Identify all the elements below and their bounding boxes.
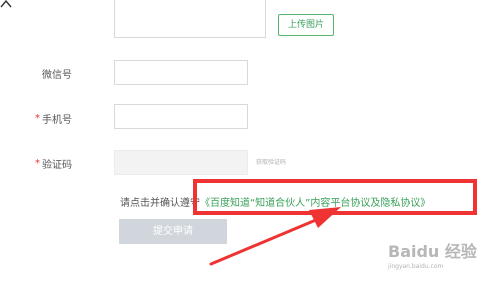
upload-image-button[interactable]: 上传图片 xyxy=(278,14,334,36)
wechat-input[interactable] xyxy=(114,60,248,85)
back-chevron-icon[interactable] xyxy=(0,0,16,8)
phone-label: 手机号 xyxy=(42,115,72,126)
agreement-prefix: 请点击并确认遵守 xyxy=(120,198,200,209)
wechat-label: 微信号 xyxy=(42,70,72,81)
code-required-mark: * xyxy=(35,158,40,169)
watermark: Baidu 经验 jingyan.baidu.com xyxy=(388,238,492,282)
watermark-logo: Baidu 经验 xyxy=(388,242,477,261)
verification-code-input[interactable] xyxy=(114,150,248,175)
submit-application-button[interactable]: 提交申请 xyxy=(119,219,227,244)
get-code-button[interactable]: 获取验证码 xyxy=(256,157,286,166)
watermark-url: jingyan.baidu.com xyxy=(388,263,444,270)
phone-input[interactable] xyxy=(114,104,248,129)
code-label: 验证码 xyxy=(42,160,72,171)
highlight-box xyxy=(193,179,477,215)
phone-required-mark: * xyxy=(35,113,40,124)
image-upload-box[interactable] xyxy=(114,0,266,38)
